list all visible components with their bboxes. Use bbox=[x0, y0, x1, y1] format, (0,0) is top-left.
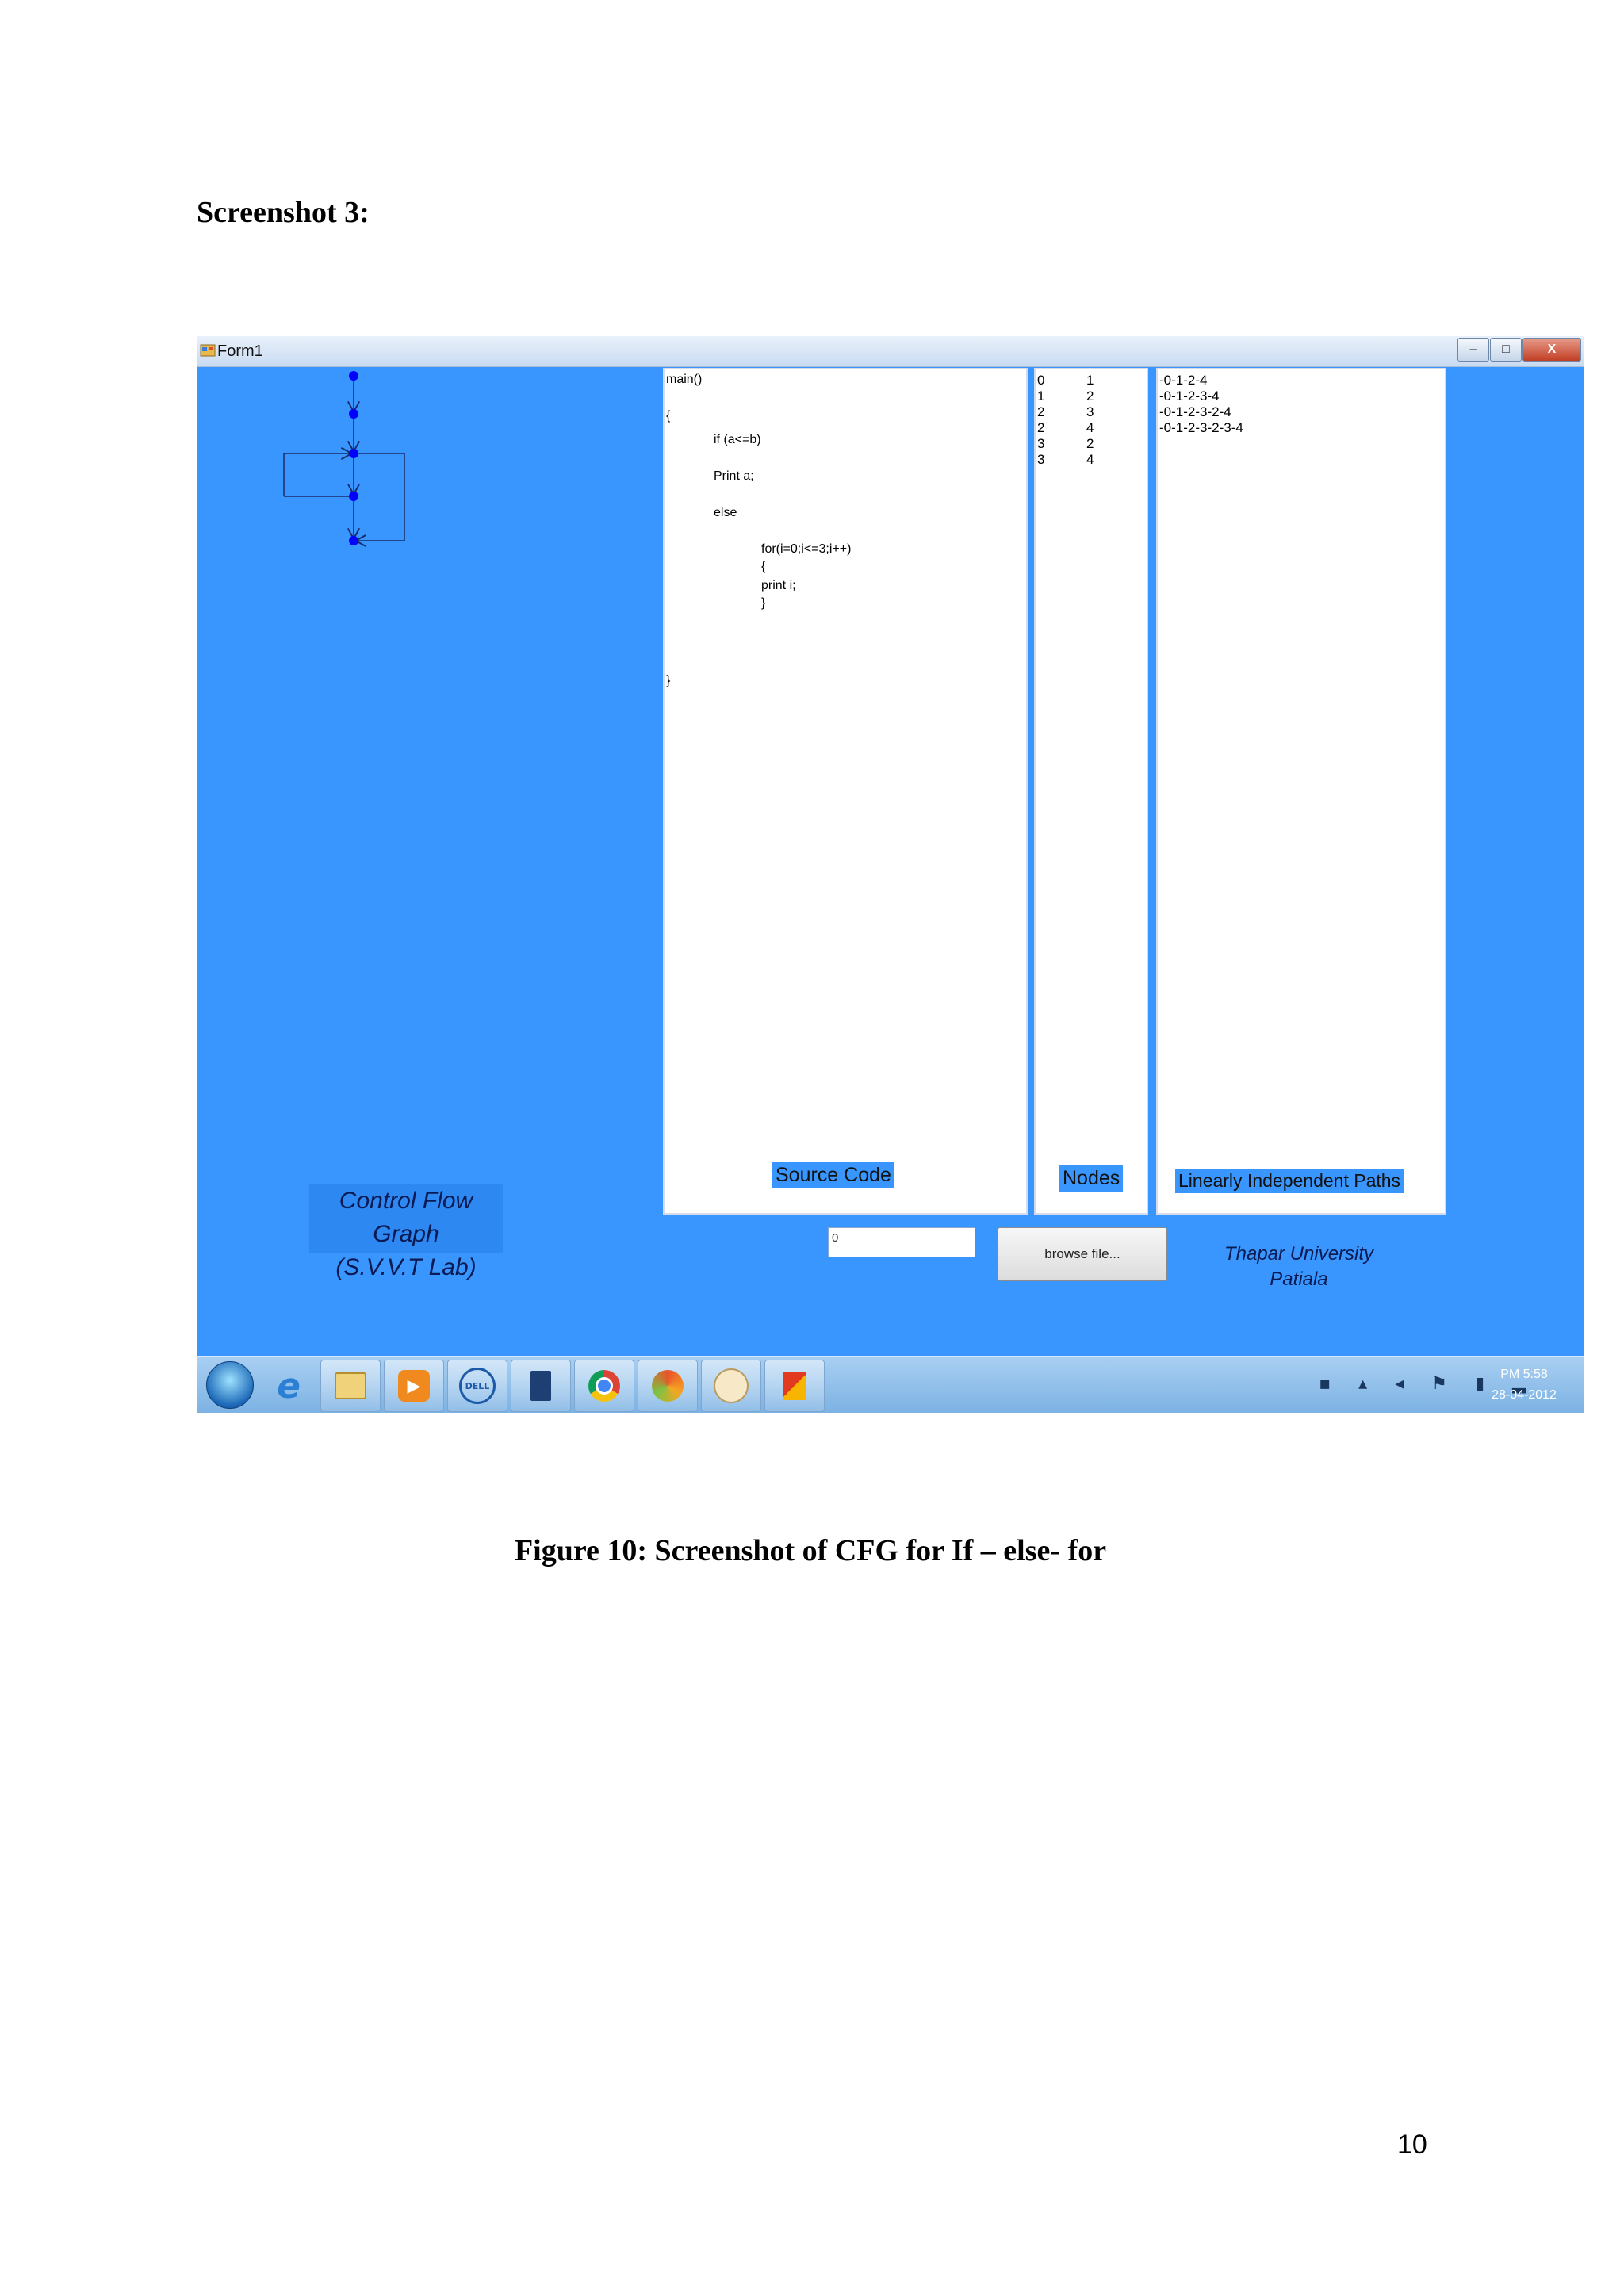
source-code-line: print i; bbox=[761, 579, 796, 592]
node-row: 32 bbox=[1036, 436, 1131, 452]
cfg-node bbox=[349, 449, 358, 458]
cfg-node bbox=[349, 371, 358, 381]
source-code-line: if (a<=b) bbox=[714, 433, 761, 446]
cfg-title-line2: (S.V.V.T Lab) bbox=[335, 1254, 477, 1280]
figure-caption: Figure 10: Screenshot of CFG for If – el… bbox=[0, 1533, 1624, 1568]
paths-panel[interactable]: -0-1-2-4 -0-1-2-3-4 -0-1-2-3-2-4 -0-1-2-3-2… bbox=[1156, 368, 1446, 1215]
clock[interactable]: PM 5:58 28-04-2012 bbox=[1484, 1364, 1564, 1406]
university-line2: Patiala bbox=[1270, 1269, 1328, 1290]
university-line1: Thapar University bbox=[1224, 1243, 1374, 1265]
clock-time: PM 5:58 bbox=[1500, 1368, 1548, 1381]
dell-icon[interactable]: DELL bbox=[447, 1360, 508, 1412]
node-to: 1 bbox=[1086, 373, 1094, 388]
source-code-panel[interactable]: main() { if (a<=b) Print a; else for(i=0;i<=3… bbox=[663, 368, 1028, 1215]
node-from: 2 bbox=[1037, 404, 1045, 419]
node-to: 3 bbox=[1086, 404, 1094, 419]
path-item: -0-1-2-4 bbox=[1159, 373, 1208, 388]
page-heading: Screenshot 3: bbox=[197, 196, 370, 229]
paint-icon[interactable] bbox=[701, 1360, 761, 1412]
media-player-icon[interactable]: ▶ bbox=[384, 1360, 444, 1412]
university-label: Thapar University Patiala bbox=[1205, 1242, 1392, 1292]
clock-date: 28-04-2012 bbox=[1492, 1388, 1557, 1402]
source-code-line: { bbox=[666, 409, 671, 423]
node-row: 23 bbox=[1036, 404, 1131, 420]
cfg-title-line1: Control Flow Graph bbox=[339, 1188, 473, 1247]
page-number: 10 bbox=[1397, 2130, 1427, 2160]
window-titlebar[interactable]: Form1 – □ X bbox=[197, 336, 1584, 367]
path-item: -0-1-2-3-2-3-4 bbox=[1159, 420, 1243, 435]
app-window-icon[interactable] bbox=[511, 1360, 571, 1412]
cfg-title-label: Control Flow Graph (S.V.V.T Lab) bbox=[309, 1184, 503, 1280]
node-to: 4 bbox=[1086, 452, 1094, 467]
source-code-line: } bbox=[761, 596, 766, 610]
node-row: 24 bbox=[1036, 420, 1131, 436]
start-orb[interactable] bbox=[206, 1361, 254, 1409]
source-code-line: main() bbox=[666, 373, 703, 386]
node-from: 0 bbox=[1037, 373, 1045, 388]
node-row: 01 bbox=[1036, 373, 1131, 388]
nodes-label: Nodes bbox=[1059, 1165, 1124, 1192]
file-explorer-icon[interactable] bbox=[320, 1360, 381, 1412]
source-code-line: for(i=0;i<=3;i++) bbox=[761, 542, 852, 556]
source-code-line: Print a; bbox=[714, 469, 754, 483]
nodes-panel[interactable]: 011223243234 Nodes bbox=[1034, 368, 1148, 1215]
paths-label: Linearly Independent Paths bbox=[1175, 1169, 1404, 1193]
source-code-line: } bbox=[666, 674, 671, 687]
node-row: 12 bbox=[1036, 388, 1131, 404]
cfg-node bbox=[349, 492, 358, 501]
window-title: Form1 bbox=[217, 342, 263, 360]
form-icon bbox=[200, 344, 216, 357]
node-from: 3 bbox=[1037, 436, 1045, 451]
office-icon[interactable] bbox=[764, 1360, 825, 1412]
path-item: -0-1-2-3-4 bbox=[1159, 388, 1220, 404]
cfg-node bbox=[349, 409, 358, 419]
node-to: 2 bbox=[1086, 436, 1094, 451]
minimize-button[interactable]: – bbox=[1457, 338, 1489, 362]
chrome-icon[interactable] bbox=[574, 1360, 634, 1412]
node-to: 2 bbox=[1086, 388, 1094, 404]
node-from: 3 bbox=[1037, 452, 1045, 467]
close-button[interactable]: X bbox=[1522, 338, 1581, 362]
browse-file-button[interactable]: browse file... bbox=[998, 1227, 1167, 1281]
node-from: 1 bbox=[1037, 388, 1045, 404]
visual-studio-icon[interactable] bbox=[638, 1360, 698, 1412]
file-path-input[interactable]: 0 bbox=[828, 1227, 975, 1257]
path-item: -0-1-2-3-2-4 bbox=[1159, 404, 1231, 419]
source-code-line: { bbox=[761, 560, 766, 573]
control-flow-graph bbox=[283, 371, 405, 604]
source-code-label: Source Code bbox=[772, 1162, 894, 1188]
node-from: 2 bbox=[1037, 420, 1045, 435]
maximize-button[interactable]: □ bbox=[1490, 338, 1522, 362]
node-row: 34 bbox=[1036, 452, 1131, 468]
cfg-node bbox=[349, 536, 358, 545]
internet-explorer-icon[interactable]: e bbox=[259, 1360, 319, 1412]
source-code-line: else bbox=[714, 506, 737, 519]
taskbar: e ▶ DELL ▪ ▴ ◂ ⚑ ▮ ▂ PM 5:58 28-04-2012 bbox=[197, 1356, 1584, 1413]
application-window: Form1 – □ X main() { if (a<=b) Print a; else… bbox=[197, 336, 1584, 1413]
figure-caption-text: Figure 10: Screenshot of CFG for If – el… bbox=[514, 1534, 1107, 1567]
node-to: 4 bbox=[1086, 420, 1094, 435]
